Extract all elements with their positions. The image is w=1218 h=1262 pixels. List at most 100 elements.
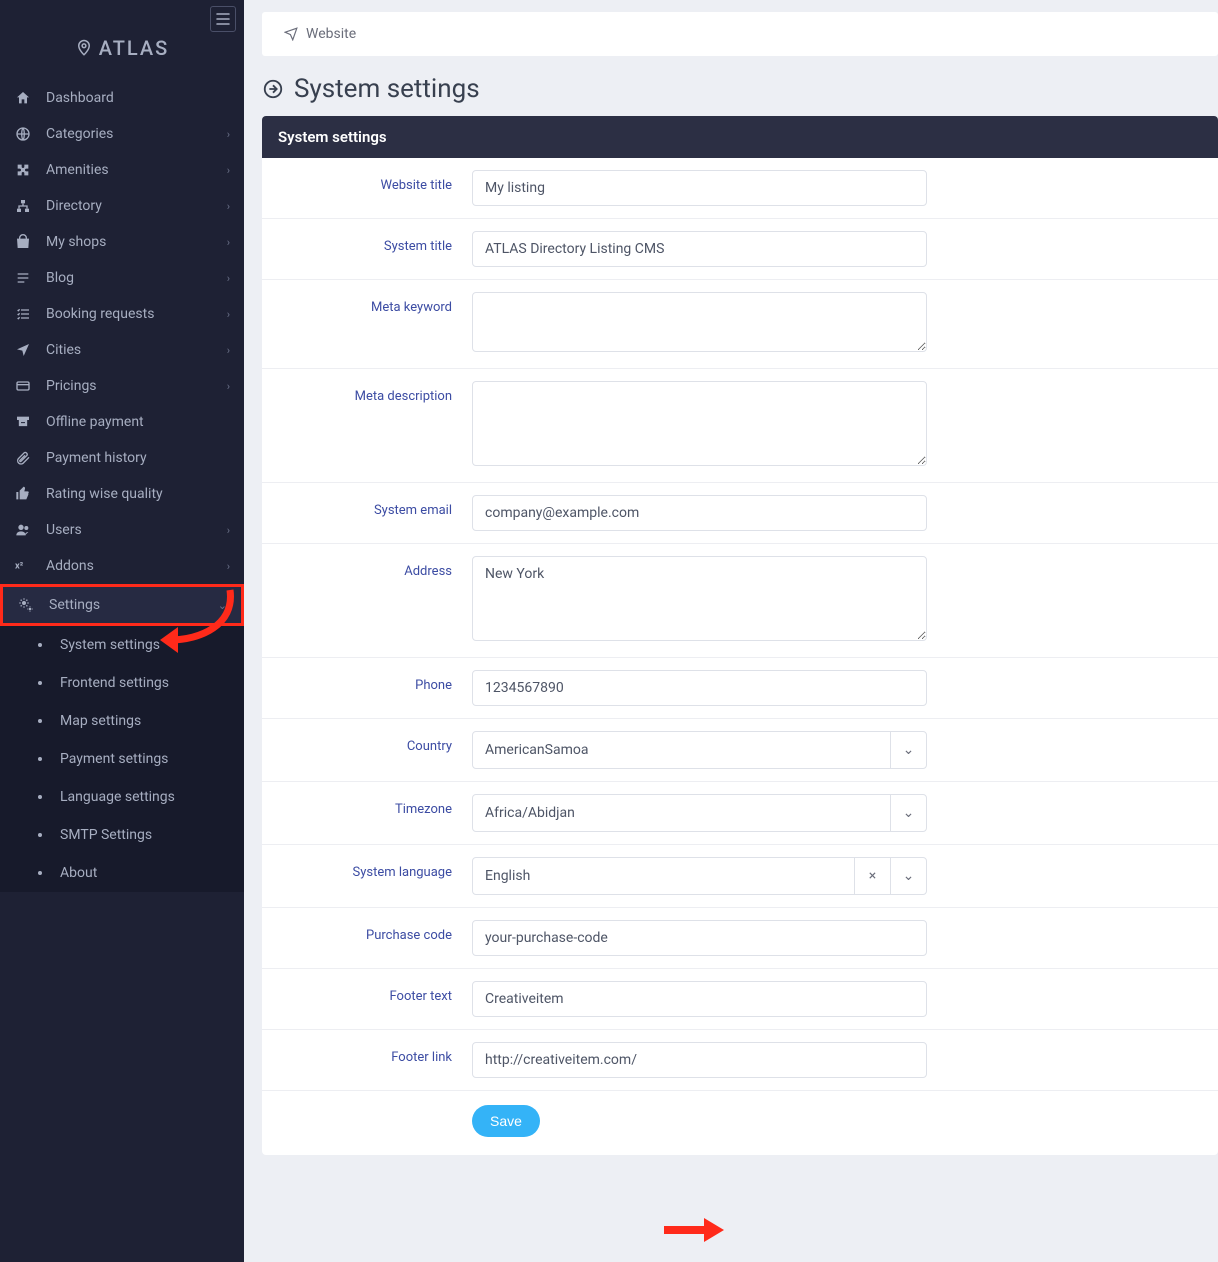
panel-header: System settings <box>262 116 1218 158</box>
input-purchase-code[interactable] <box>472 920 927 956</box>
sidebar-item-blog[interactable]: Blog › <box>0 260 244 296</box>
globe-icon <box>14 125 32 143</box>
map-pin-icon <box>75 39 93 57</box>
sidebar-sub-frontend-settings[interactable]: Frontend settings <box>0 664 244 702</box>
input-footer-text[interactable] <box>472 981 927 1017</box>
label-country: Country <box>278 731 472 754</box>
select-system-language[interactable]: English × ⌄ <box>472 857 927 895</box>
chevron-right-icon: › <box>227 200 230 213</box>
bullet-icon <box>38 871 42 875</box>
label-footer-text: Footer text <box>278 981 472 1004</box>
paperclip-icon <box>14 449 32 467</box>
select-timezone[interactable]: Africa/Abidjan ⌄ <box>472 794 927 832</box>
label-website-title: Website title <box>278 170 472 193</box>
sidebar-item-rating[interactable]: Rating wise quality <box>0 476 244 512</box>
menu-toggle-button[interactable] <box>210 6 236 32</box>
select-language-value: English <box>473 858 854 894</box>
sidebar-item-label: System settings <box>60 637 160 653</box>
save-button[interactable]: Save <box>472 1105 540 1137</box>
input-system-email[interactable] <box>472 495 927 531</box>
sidebar-item-label: Settings <box>49 597 100 613</box>
sidebar-item-label: Language settings <box>60 789 175 805</box>
input-phone[interactable] <box>472 670 927 706</box>
bullet-icon <box>38 795 42 799</box>
select-country[interactable]: AmericanSamoa ⌄ <box>472 731 927 769</box>
credit-card-icon <box>14 377 32 395</box>
chevron-down-icon[interactable]: ⌄ <box>890 795 926 831</box>
sidebar-item-addons[interactable]: x² Addons › <box>0 548 244 584</box>
label-empty <box>278 1105 472 1113</box>
label-purchase-code: Purchase code <box>278 920 472 943</box>
bullet-icon <box>38 643 42 647</box>
system-settings-panel: System settings Website title System tit… <box>262 116 1218 1155</box>
label-meta-description: Meta description <box>278 381 472 404</box>
chevron-down-icon: ⌄ <box>218 599 227 612</box>
chevron-down-icon[interactable]: ⌄ <box>890 732 926 768</box>
chevron-down-icon[interactable]: ⌄ <box>890 858 926 894</box>
home-icon <box>14 89 32 107</box>
sidebar-item-label: Users <box>46 522 82 538</box>
sidebar-item-settings[interactable]: Settings ⌄ <box>3 587 241 623</box>
breadcrumb-bar: Website <box>262 12 1218 56</box>
sidebar-item-label: My shops <box>46 234 106 250</box>
chevron-right-icon: › <box>227 524 230 537</box>
sidebar-sub-smtp-settings[interactable]: SMTP Settings <box>0 816 244 854</box>
sidebar-item-users[interactable]: Users › <box>0 512 244 548</box>
input-footer-link[interactable] <box>472 1042 927 1078</box>
sidebar-item-label: Amenities <box>46 162 109 178</box>
textarea-address[interactable] <box>472 556 927 641</box>
label-timezone: Timezone <box>278 794 472 817</box>
label-system-language: System language <box>278 857 472 880</box>
chevron-right-icon: › <box>227 380 230 393</box>
sidebar-item-label: Pricings <box>46 378 97 394</box>
tasks-icon <box>14 305 32 323</box>
breadcrumb-website-link[interactable]: Website <box>306 26 356 42</box>
sidebar-item-offline-payment[interactable]: Offline payment <box>0 404 244 440</box>
chevron-right-icon: › <box>227 164 230 177</box>
sidebar-item-payment-history[interactable]: Payment history <box>0 440 244 476</box>
sidebar-item-label: Payment settings <box>60 751 168 767</box>
sidebar-item-dashboard[interactable]: Dashboard <box>0 80 244 116</box>
puzzle-icon <box>14 161 32 179</box>
sidebar-sub-payment-settings[interactable]: Payment settings <box>0 740 244 778</box>
sidebar-item-amenities[interactable]: Amenities › <box>0 152 244 188</box>
sidebar-item-label: Blog <box>46 270 74 286</box>
sidebar: ATLAS Dashboard Categories › Amenities ›… <box>0 0 244 1262</box>
location-arrow-icon <box>14 341 32 359</box>
annotation-arrow-icon <box>664 1218 724 1242</box>
sidebar-item-categories[interactable]: Categories › <box>0 116 244 152</box>
sidebar-sub-about[interactable]: About <box>0 854 244 892</box>
sidebar-item-myshops[interactable]: My shops › <box>0 224 244 260</box>
sidebar-sub-system-settings[interactable]: System settings <box>0 626 244 664</box>
sidebar-item-label: Frontend settings <box>60 675 169 691</box>
paper-plane-icon <box>284 27 298 41</box>
svg-text:x²: x² <box>15 561 24 572</box>
sidebar-sub-map-settings[interactable]: Map settings <box>0 702 244 740</box>
label-footer-link: Footer link <box>278 1042 472 1065</box>
chevron-right-icon: › <box>227 308 230 321</box>
label-phone: Phone <box>278 670 472 693</box>
sidebar-item-label: SMTP Settings <box>60 827 152 843</box>
clear-icon[interactable]: × <box>854 858 890 894</box>
sidebar-item-pricings[interactable]: Pricings › <box>0 368 244 404</box>
textarea-meta-description[interactable] <box>472 381 927 466</box>
hamburger-icon <box>216 13 230 25</box>
label-meta-keyword: Meta keyword <box>278 292 472 315</box>
sidebar-item-directory[interactable]: Directory › <box>0 188 244 224</box>
bullet-icon <box>38 757 42 761</box>
brand-logo[interactable]: ATLAS <box>0 32 244 80</box>
chevron-right-icon: › <box>227 344 230 357</box>
sidebar-sub-language-settings[interactable]: Language settings <box>0 778 244 816</box>
sidebar-item-booking[interactable]: Booking requests › <box>0 296 244 332</box>
input-website-title[interactable] <box>472 170 927 206</box>
sidebar-item-cities[interactable]: Cities › <box>0 332 244 368</box>
textarea-meta-keyword[interactable] <box>472 292 927 352</box>
bag-icon <box>14 233 32 251</box>
sidebar-item-label: Payment history <box>46 450 147 466</box>
select-timezone-value: Africa/Abidjan <box>473 795 890 831</box>
sidebar-item-label: Cities <box>46 342 81 358</box>
superscript-icon: x² <box>14 557 32 575</box>
cogs-icon <box>17 596 35 614</box>
input-system-title[interactable] <box>472 231 927 267</box>
bullet-icon <box>38 681 42 685</box>
